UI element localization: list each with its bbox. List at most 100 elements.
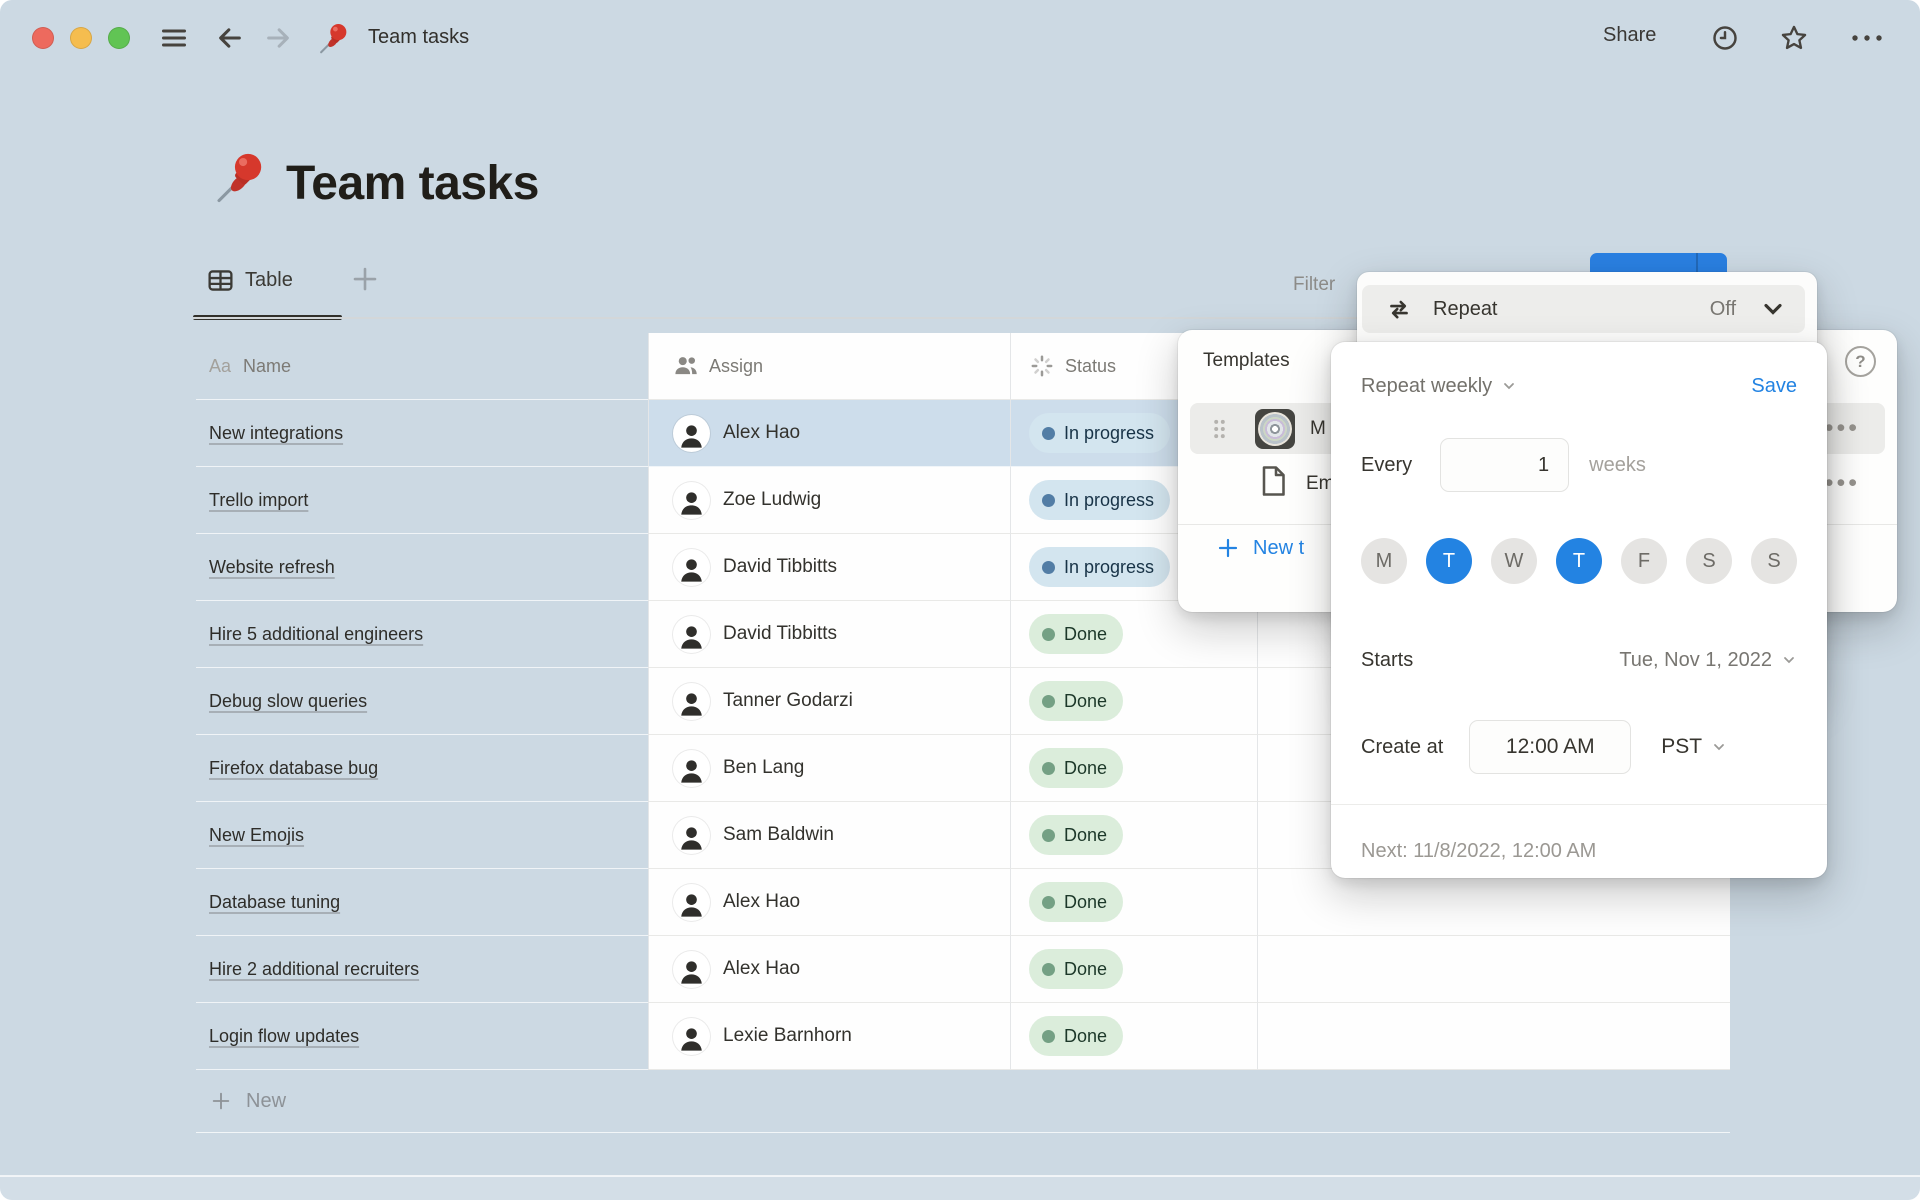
assignee-name: David Tibbitts [723,556,837,578]
menu-item-repeat[interactable]: Repeat Off [1362,285,1805,333]
task-name-cell[interactable]: Firefox database bug [196,735,648,802]
back-arrow-icon[interactable] [216,24,244,52]
frequency-dropdown[interactable]: Repeat weekly [1361,375,1492,398]
day-circle[interactable]: M [1361,538,1407,584]
breadcrumb-page-title[interactable]: Team tasks [368,26,469,49]
people-icon [673,353,699,379]
task-assign-cell[interactable]: Tanner Godarzi [648,668,1010,735]
task-assign-cell[interactable]: Alex Hao [648,400,1010,467]
task-assign-cell[interactable]: Alex Hao [648,869,1010,936]
table-row: Hire 2 additional recruiters Alex Hao Do… [196,936,1730,1003]
task-status-cell[interactable]: Done [1010,1003,1257,1070]
day-circle[interactable]: W [1491,538,1537,584]
repeat-icon [1385,295,1413,323]
share-button[interactable]: Share [1603,24,1656,47]
sidebar-menu-icon[interactable] [160,24,188,52]
task-assign-cell[interactable]: David Tibbitts [648,601,1010,668]
tab-table-view[interactable]: Table [206,266,293,295]
task-name-cell[interactable]: Hire 5 additional engineers [196,601,648,668]
task-name: New integrations [209,423,343,444]
table-row: Login flow updates Lexie Barnhorn Done [196,1003,1730,1070]
task-name: Firefox database bug [209,758,378,779]
filter-button[interactable]: Filter [1293,274,1335,296]
task-name-cell[interactable]: Website refresh [196,534,648,601]
help-icon[interactable]: ? [1845,346,1876,377]
avatar [673,683,710,720]
empty-cell[interactable] [1257,869,1730,936]
status-dot [1042,695,1055,708]
more-options-icon[interactable] [1847,24,1887,52]
day-circle[interactable]: S [1686,538,1732,584]
task-name-cell[interactable]: Hire 2 additional recruiters [196,936,648,1003]
status-label: In progress [1064,423,1154,444]
status-dot [1042,829,1055,842]
avatar [673,415,710,452]
drag-handle-icon[interactable] [1212,418,1227,440]
create-time-input[interactable] [1469,720,1631,774]
status-label: Done [1064,691,1107,712]
task-name-cell[interactable]: New Emojis [196,802,648,869]
day-circle[interactable]: T [1426,538,1472,584]
close-window-button[interactable] [32,27,54,49]
empty-cell[interactable] [1257,936,1730,1003]
task-name-cell[interactable]: Login flow updates [196,1003,648,1070]
task-status-cell[interactable]: Done [1010,735,1257,802]
add-view-button[interactable] [350,264,380,294]
minimize-window-button[interactable] [70,27,92,49]
new-row-label: New [246,1090,286,1113]
task-assign-cell[interactable]: Ben Lang [648,735,1010,802]
status-pill: Done [1029,949,1123,989]
task-status-cell[interactable]: Done [1010,668,1257,735]
task-name-cell[interactable]: Debug slow queries [196,668,648,735]
avatar [673,884,710,921]
task-name-cell[interactable]: Database tuning [196,869,648,936]
task-assign-cell[interactable]: Alex Hao [648,936,1010,1003]
status-label: In progress [1064,557,1154,578]
repeat-state-value: Off [1710,298,1736,321]
pushpin-icon [314,18,352,58]
save-button[interactable]: Save [1751,375,1797,398]
favorite-star-icon[interactable] [1780,24,1808,52]
start-date-dropdown[interactable]: Tue, Nov 1, 2022 [1619,649,1772,672]
task-status-cell[interactable]: Done [1010,802,1257,869]
interval-input[interactable] [1440,438,1569,492]
forward-arrow-icon[interactable] [264,24,292,52]
task-name: New Emojis [209,825,304,846]
template-options-icon[interactable]: ••• [1825,414,1860,443]
status-dot [1042,427,1055,440]
template-label: M [1310,418,1326,440]
task-assign-cell[interactable]: Lexie Barnhorn [648,1003,1010,1070]
day-circle[interactable]: T [1556,538,1602,584]
empty-cell[interactable] [1257,1003,1730,1070]
status-pill: Done [1029,614,1123,654]
tab-table-label: Table [245,269,293,292]
status-pill: Done [1029,681,1123,721]
day-circle[interactable]: S [1751,538,1797,584]
plus-icon [210,1090,232,1112]
task-status-cell[interactable]: Done [1010,869,1257,936]
page-icon-pushpin[interactable] [210,148,268,210]
day-circle[interactable]: F [1621,538,1667,584]
new-template-button[interactable]: New t [1216,536,1304,560]
task-name-cell[interactable]: New integrations [196,400,648,467]
task-status-cell[interactable]: Done [1010,936,1257,1003]
repeat-settings-popup: Repeat weekly Save Every weeks M T W T F… [1331,342,1827,878]
table-row: Database tuning Alex Hao Done [196,869,1730,936]
column-header-name[interactable]: Aa Name [196,333,648,400]
task-assign-cell[interactable]: Zoe Ludwig [648,467,1010,534]
page-title[interactable]: Team tasks [286,156,539,211]
timezone-dropdown[interactable]: PST [1661,735,1702,759]
task-assign-cell[interactable]: David Tibbitts [648,534,1010,601]
template-options-icon[interactable]: ••• [1825,469,1860,498]
footer-strip [0,1176,1920,1200]
updates-clock-icon[interactable] [1711,24,1739,52]
task-name-cell[interactable]: Trello import [196,467,648,534]
maximize-window-button[interactable] [108,27,130,49]
avatar [673,750,710,787]
new-row-button[interactable]: New [196,1070,1730,1133]
column-header-assign[interactable]: Assign [648,333,1010,400]
create-at-row: Create at PST [1361,720,1797,774]
status-pill: In progress [1029,547,1170,587]
task-assign-cell[interactable]: Sam Baldwin [648,802,1010,869]
task-name: Database tuning [209,892,340,913]
